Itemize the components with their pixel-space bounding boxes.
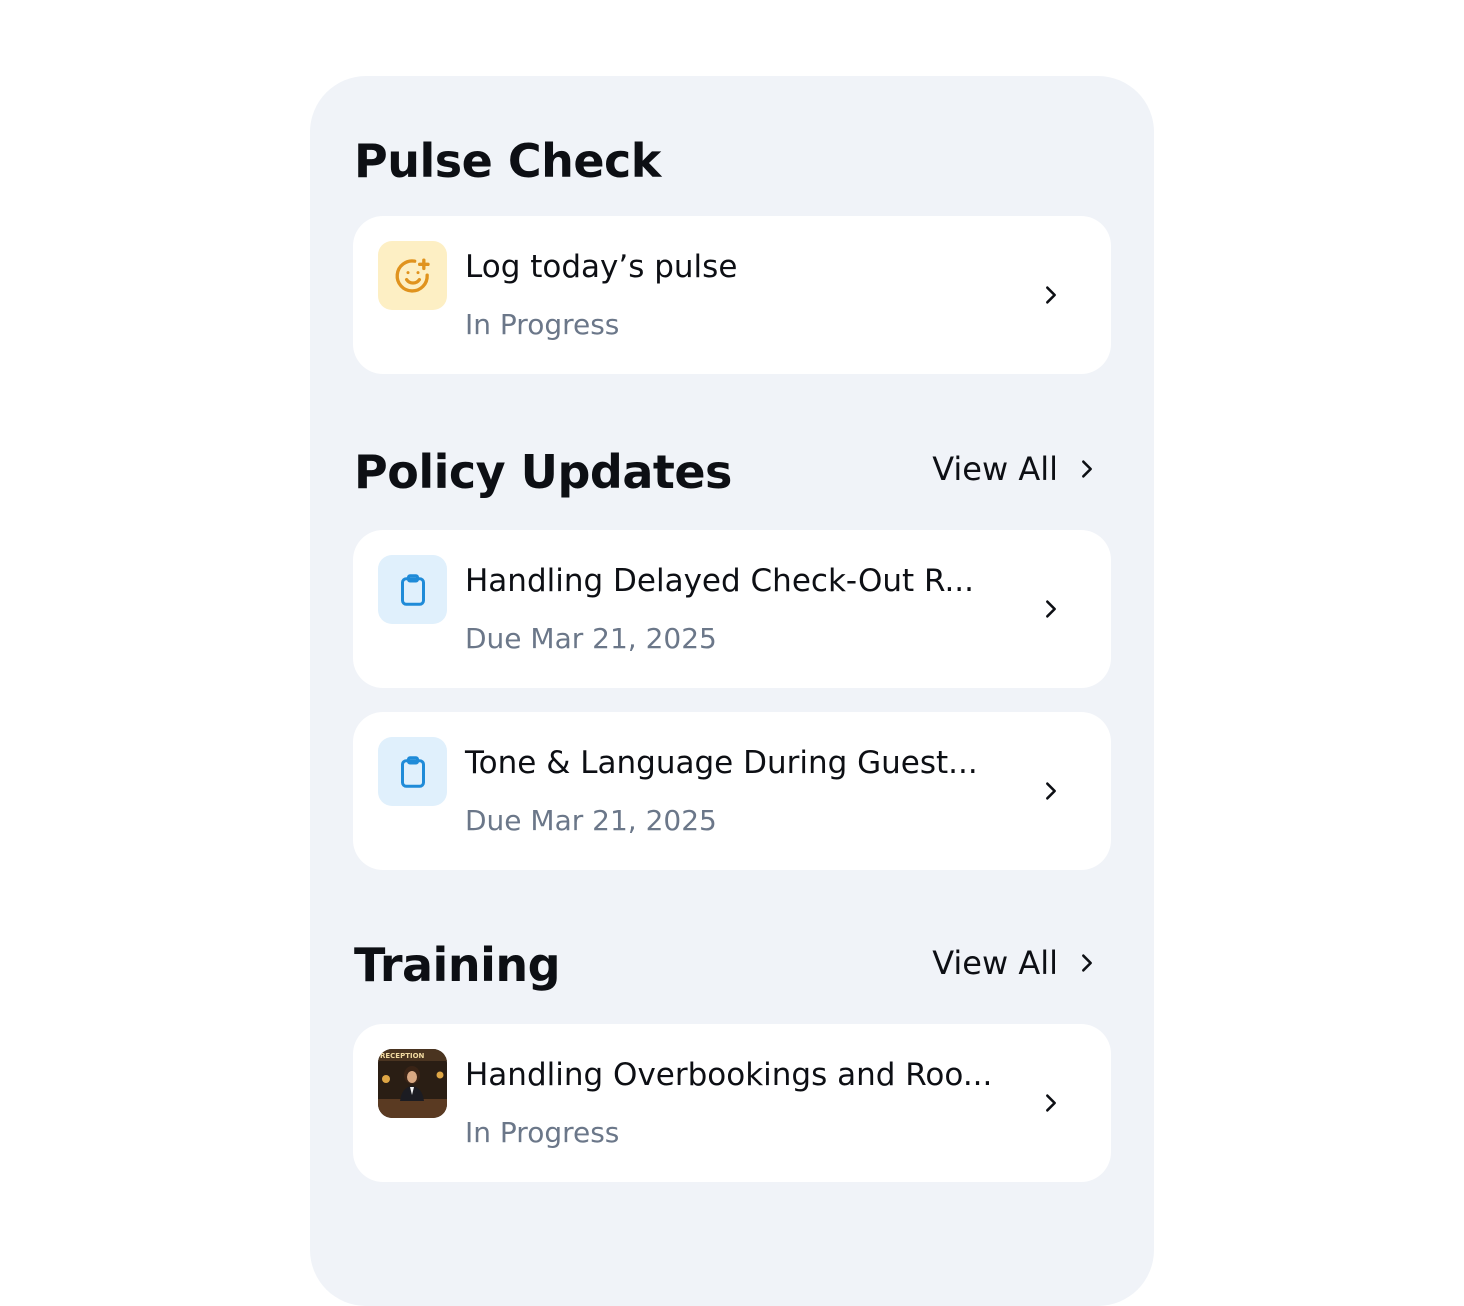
- training-thumbnail: RECEPTION: [378, 1049, 447, 1118]
- chevron-right-icon: [1046, 782, 1056, 800]
- home-panel: Pulse Check Log today’s pulse In Progres…: [310, 76, 1154, 1306]
- pulse-check-title: Pulse Check: [354, 134, 661, 188]
- policy-item-due: Due Mar 21, 2025: [465, 804, 717, 837]
- pulse-card-title: Log today’s pulse: [465, 249, 738, 285]
- training-view-all-button[interactable]: View All: [932, 947, 1098, 979]
- training-title: Training: [354, 938, 561, 992]
- pulse-check-card[interactable]: Log today’s pulse In Progress: [353, 216, 1111, 374]
- chevron-right-icon: [1082, 954, 1092, 972]
- policy-update-card[interactable]: Tone & Language During Guest... Due Mar …: [353, 712, 1111, 870]
- training-item-status: In Progress: [465, 1116, 620, 1149]
- policy-updates-title: Policy Updates: [354, 445, 732, 499]
- training-item-title: Handling Overbookings and Roo...: [465, 1057, 993, 1093]
- policy-item-title: Handling Delayed Check-Out R...: [465, 563, 975, 599]
- chevron-right-icon: [1046, 286, 1056, 304]
- clipboard-icon: [378, 737, 447, 806]
- policy-item-due: Due Mar 21, 2025: [465, 622, 717, 655]
- view-all-label: View All: [932, 944, 1058, 982]
- policy-view-all-button[interactable]: View All: [932, 453, 1098, 485]
- chevron-right-icon: [1046, 1094, 1056, 1112]
- policy-item-title: Tone & Language During Guest...: [465, 745, 978, 781]
- training-card[interactable]: RECEPTION Handling Overbookings and Roo.…: [353, 1024, 1111, 1182]
- pulse-card-status: In Progress: [465, 308, 620, 341]
- smile-plus-icon: [378, 241, 447, 310]
- clipboard-icon: [378, 555, 447, 624]
- view-all-label: View All: [932, 450, 1058, 488]
- reception-sign: RECEPTION: [380, 1052, 425, 1060]
- chevron-right-icon: [1082, 460, 1092, 478]
- policy-update-card[interactable]: Handling Delayed Check-Out R... Due Mar …: [353, 530, 1111, 688]
- chevron-right-icon: [1046, 600, 1056, 618]
